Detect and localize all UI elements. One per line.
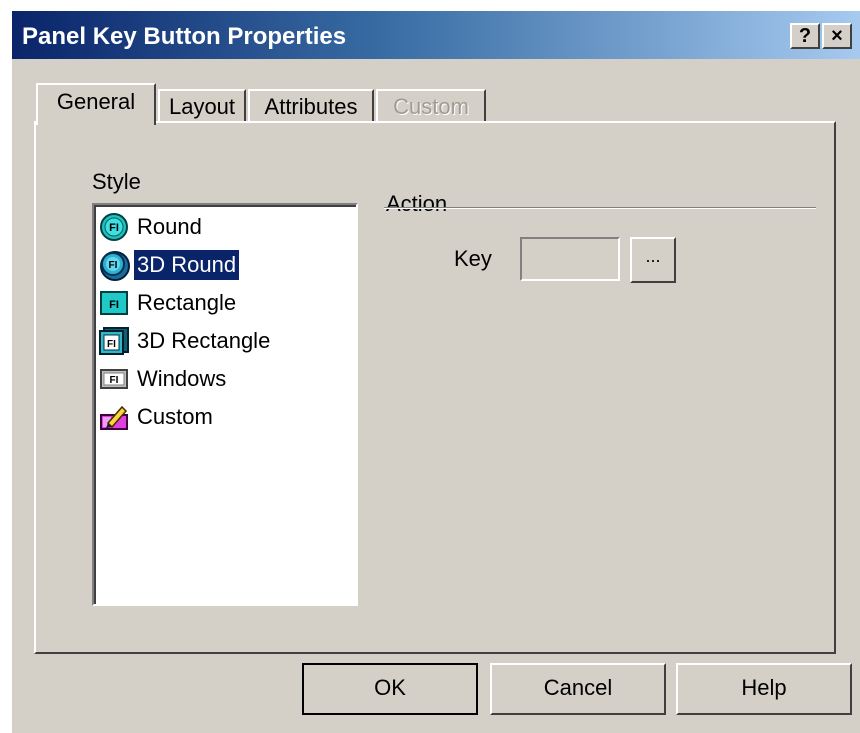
list-item-3d-round[interactable]: FI 3D Round <box>98 247 240 283</box>
window-title: Panel Key Button Properties <box>22 23 347 50</box>
style-label: Style <box>92 169 141 194</box>
svg-text:FI: FI <box>109 222 119 234</box>
help-button[interactable]: Help <box>676 663 852 715</box>
list-item-label: Windows <box>137 366 227 391</box>
list-item-label: Rectangle <box>137 290 237 315</box>
list-item-round[interactable]: FI Round <box>98 209 205 245</box>
list-item-label: 3D Round <box>134 250 240 280</box>
svg-text:FI: FI <box>109 299 119 311</box>
rectangle-style-icon: FI <box>98 287 130 319</box>
svg-text:FI: FI <box>109 260 118 271</box>
style-listbox[interactable]: FI Round FI 3D Round FI Rectangle FI 3D … <box>92 203 358 606</box>
key-field[interactable] <box>520 237 620 281</box>
tab-layout[interactable]: Layout <box>158 89 246 123</box>
list-item-label: Round <box>137 214 202 239</box>
round-style-icon: FI <box>98 211 130 243</box>
help-title-button[interactable]: ? <box>790 23 820 49</box>
browse-key-button[interactable]: ... <box>630 237 676 283</box>
list-item-custom[interactable]: Custom <box>98 399 216 435</box>
list-item-label: Custom <box>137 404 213 429</box>
tab-general[interactable]: General <box>36 83 156 125</box>
svg-text:FI: FI <box>107 339 116 350</box>
action-label: Action <box>386 191 448 216</box>
action-group-divider <box>384 207 816 209</box>
key-label: Key <box>454 246 492 271</box>
list-item-label: 3D Rectangle <box>137 328 271 353</box>
3d-rectangle-style-icon: FI <box>98 325 130 357</box>
tab-attributes[interactable]: Attributes <box>248 89 374 123</box>
list-item-windows[interactable]: FI Windows <box>98 361 229 397</box>
3d-round-style-icon: FI <box>98 249 130 281</box>
general-tab-panel: Style FI Round FI 3D Round FI Rectangle <box>34 121 836 654</box>
list-item-3d-rectangle[interactable]: FI 3D Rectangle <box>98 323 273 359</box>
svg-text:FI: FI <box>110 375 119 386</box>
windows-style-icon: FI <box>98 363 130 395</box>
cancel-button[interactable]: Cancel <box>490 663 666 715</box>
title-bar[interactable]: Panel Key Button Properties ? × <box>12 11 860 59</box>
properties-dialog: Panel Key Button Properties ? × General … <box>11 10 860 733</box>
ok-button[interactable]: OK <box>302 663 478 715</box>
tab-custom[interactable]: Custom <box>376 89 486 123</box>
close-title-button[interactable]: × <box>822 23 852 49</box>
custom-style-icon <box>98 401 130 433</box>
list-item-rectangle[interactable]: FI Rectangle <box>98 285 239 321</box>
